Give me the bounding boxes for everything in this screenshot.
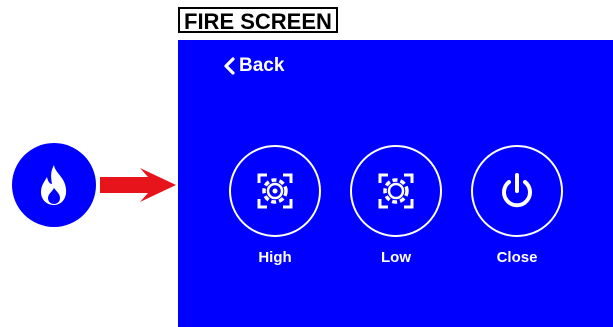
arrow-icon [100,168,176,202]
fire-button[interactable] [12,143,96,227]
back-button[interactable]: Back [223,55,284,77]
chevron-left-icon [224,57,235,75]
low-label: Low [381,249,411,266]
high-label: High [258,249,292,266]
screen-title: FIRE SCREEN [178,7,338,34]
flame-icon [41,165,67,205]
high-button[interactable] [229,145,321,237]
close-button[interactable] [471,145,563,237]
low-burner-icon [378,173,414,209]
low-button[interactable] [350,145,442,237]
high-burner-icon [257,173,293,209]
power-icon [502,173,532,208]
back-label: Back [239,55,285,76]
close-label: Close [496,249,538,266]
fire-screen-panel: Back High Low Close [178,40,613,327]
